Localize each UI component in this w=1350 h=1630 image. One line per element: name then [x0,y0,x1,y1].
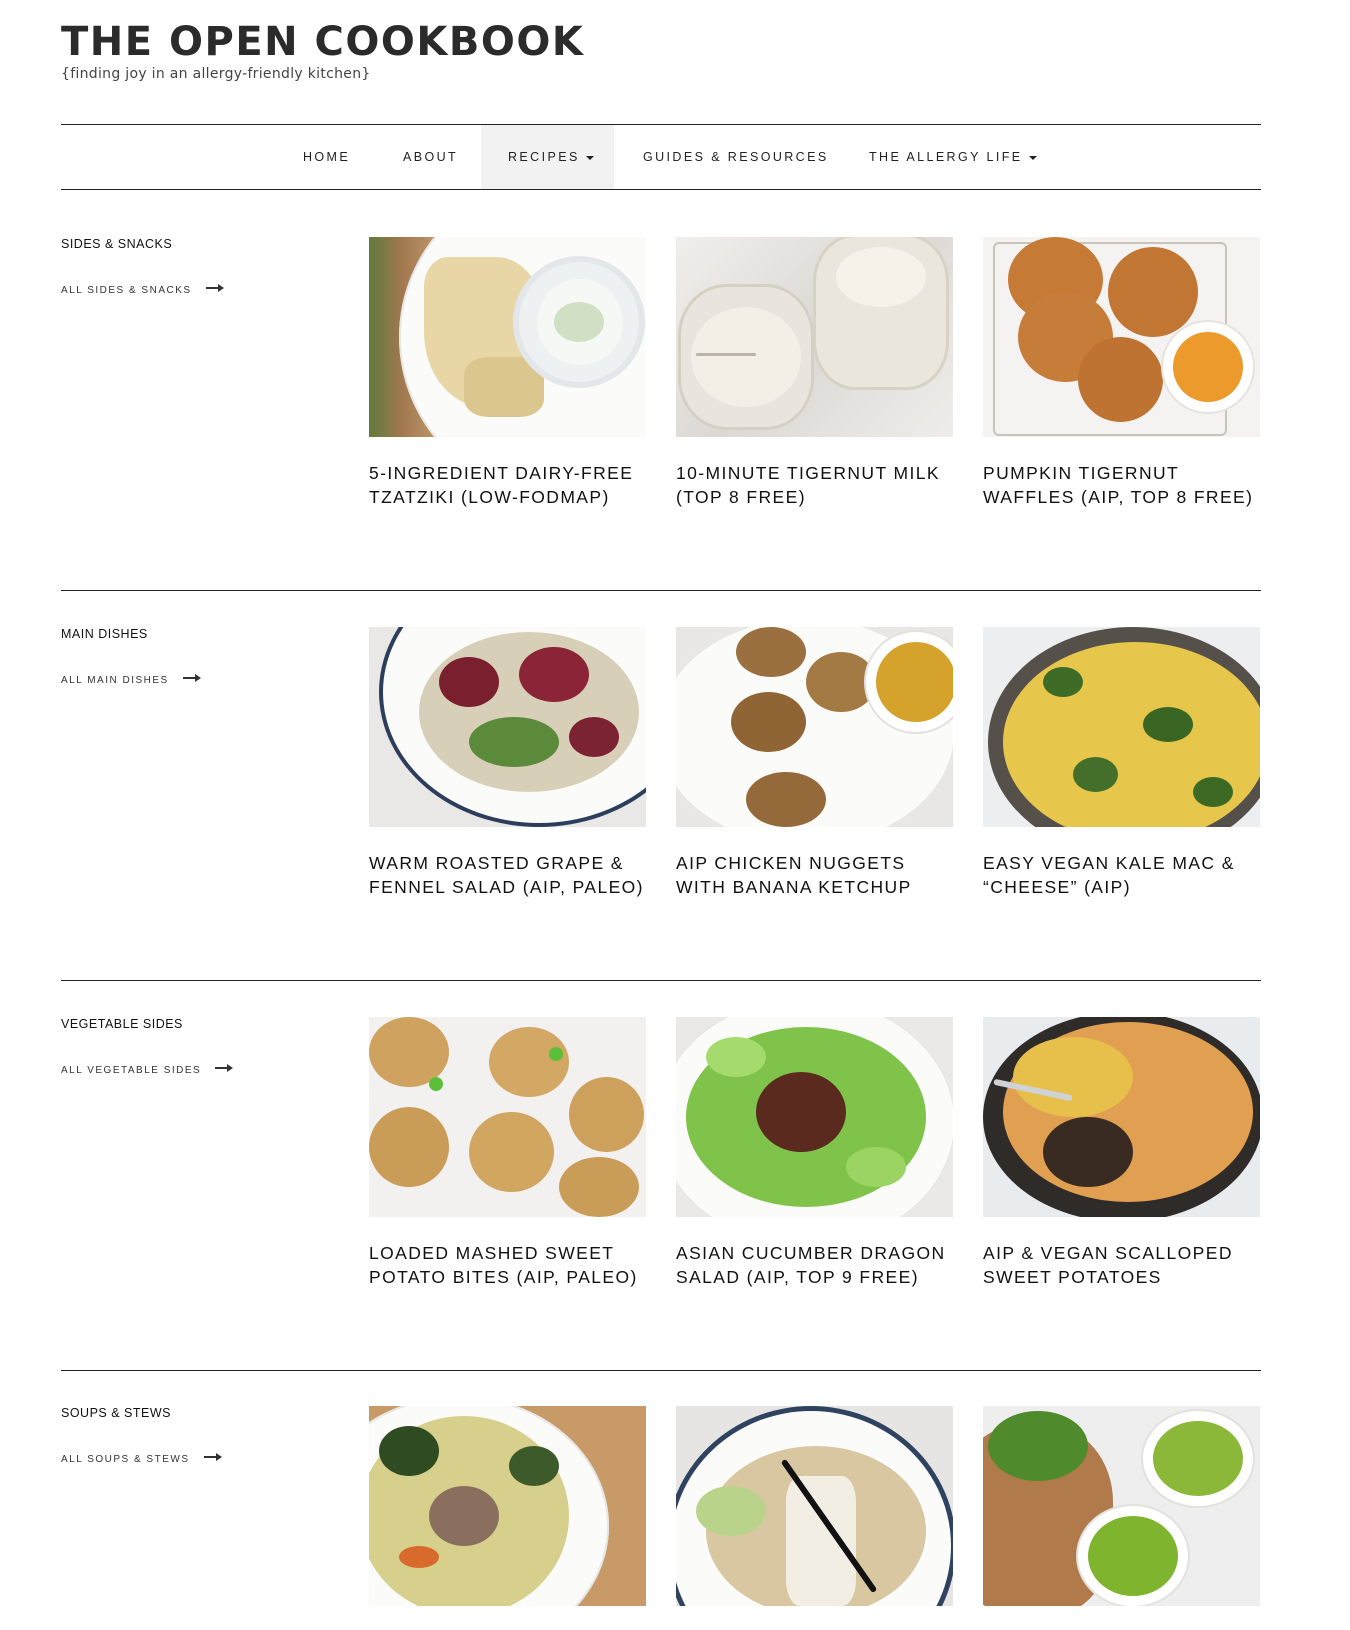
arrow-right-icon [182,674,201,683]
recipe-card[interactable] [983,1406,1260,1630]
category-title: MAIN DISHES [61,627,148,641]
recipe-card[interactable] [676,1406,953,1630]
nav-guides-resources[interactable]: GUIDES & RESOURCES [621,125,851,189]
recipe-card[interactable]: AIP CHICKEN NUGGETS WITH BANANA KETCHUP [676,627,953,899]
recipe-title[interactable]: AIP & VEGAN SCALLOPED SWEET POTATOES [983,1241,1260,1289]
recipe-image-grape-fennel-salad[interactable] [369,627,646,827]
category-link-label: ALL MAIN DISHES [61,675,169,686]
all-sides-snacks-link[interactable]: ALL SIDES & SNACKS [61,284,224,296]
nav-home[interactable]: HOME [281,125,372,189]
recipe-card[interactable]: PUMPKIN TIGERNUT WAFFLES (AIP, TOP 8 FRE… [983,237,1260,509]
recipe-image-soup-2[interactable] [676,1406,953,1606]
recipe-card[interactable]: ASIAN CUCUMBER DRAGON SALAD (AIP, TOP 9 … [676,1017,953,1289]
recipe-image-pumpkin-waffles[interactable] [983,237,1260,437]
recipe-title[interactable]: 10-MINUTE TIGERNUT MILK (TOP 8 FREE) [676,461,953,509]
nav-home-label: HOME [303,150,351,164]
recipe-card[interactable]: 5-INGREDIENT DAIRY-FREE TZATZIKI (LOW-FO… [369,237,646,509]
category-title: SIDES & SNACKS [61,237,173,251]
arrow-right-icon [215,1064,234,1073]
section-divider [61,1370,1261,1371]
recipe-image-chicken-nuggets[interactable] [676,627,953,827]
recipe-card[interactable]: AIP & VEGAN SCALLOPED SWEET POTATOES [983,1017,1260,1289]
nav-allergy-life[interactable]: THE ALLERGY LIFE [847,125,1059,189]
recipe-image-tzatziki[interactable] [369,237,646,437]
recipe-image-soup-3[interactable] [983,1406,1260,1606]
recipe-image-kale-mac[interactable] [983,627,1260,827]
recipe-image-scalloped-potatoes[interactable] [983,1017,1260,1217]
main-nav: HOME ABOUT RECIPES GUIDES & RESOURCES TH… [61,124,1261,190]
recipe-card[interactable] [369,1406,646,1630]
recipe-card[interactable]: EASY VEGAN KALE MAC & “CHEESE” (AIP) [983,627,1260,899]
category-title: VEGETABLE SIDES [61,1017,183,1031]
caret-down-icon [585,155,594,160]
nav-about[interactable]: ABOUT [381,125,480,189]
recipe-title[interactable]: 5-INGREDIENT DAIRY-FREE TZATZIKI (LOW-FO… [369,461,646,509]
all-main-dishes-link[interactable]: ALL MAIN DISHES [61,674,201,686]
caret-down-icon [1028,155,1037,160]
recipe-image-sweet-potato-bites[interactable] [369,1017,646,1217]
all-soups-stews-link[interactable]: ALL SOUPS & STEWS [61,1453,222,1465]
nav-guides-label: GUIDES & RESOURCES [643,150,829,164]
recipe-card[interactable]: 10-MINUTE TIGERNUT MILK (TOP 8 FREE) [676,237,953,509]
arrow-right-icon [205,284,224,293]
recipe-image-tigernut-milk[interactable] [676,237,953,437]
recipe-title[interactable]: EASY VEGAN KALE MAC & “CHEESE” (AIP) [983,851,1260,899]
nav-recipes-label: RECIPES [508,150,580,164]
site-tagline: {finding joy in an allergy-friendly kitc… [61,66,371,82]
nav-about-label: ABOUT [403,150,459,164]
arrow-right-icon [203,1453,222,1462]
all-vegetable-sides-link[interactable]: ALL VEGETABLE SIDES [61,1064,234,1076]
site-title[interactable]: THE OPEN COOKBOOK [61,18,584,66]
category-title: SOUPS & STEWS [61,1406,171,1420]
recipe-card[interactable]: LOADED MASHED SWEET POTATO BITES (AIP, P… [369,1017,646,1289]
recipe-card[interactable]: WARM ROASTED GRAPE & FENNEL SALAD (AIP, … [369,627,646,899]
recipe-image-cucumber-salad[interactable] [676,1017,953,1217]
recipe-image-soup-1[interactable] [369,1406,646,1606]
recipe-title[interactable]: ASIAN CUCUMBER DRAGON SALAD (AIP, TOP 9 … [676,1241,953,1289]
category-link-label: ALL SIDES & SNACKS [61,285,192,296]
nav-recipes[interactable]: RECIPES [481,125,614,189]
recipe-title[interactable]: PUMPKIN TIGERNUT WAFFLES (AIP, TOP 8 FRE… [983,461,1260,509]
nav-allergy-life-label: THE ALLERGY LIFE [869,150,1023,164]
recipe-title[interactable]: LOADED MASHED SWEET POTATO BITES (AIP, P… [369,1241,646,1289]
recipe-title[interactable]: WARM ROASTED GRAPE & FENNEL SALAD (AIP, … [369,851,646,899]
section-divider [61,590,1261,591]
recipe-title[interactable]: AIP CHICKEN NUGGETS WITH BANANA KETCHUP [676,851,953,899]
category-link-label: ALL SOUPS & STEWS [61,1454,190,1465]
section-divider [61,980,1261,981]
category-link-label: ALL VEGETABLE SIDES [61,1065,202,1076]
